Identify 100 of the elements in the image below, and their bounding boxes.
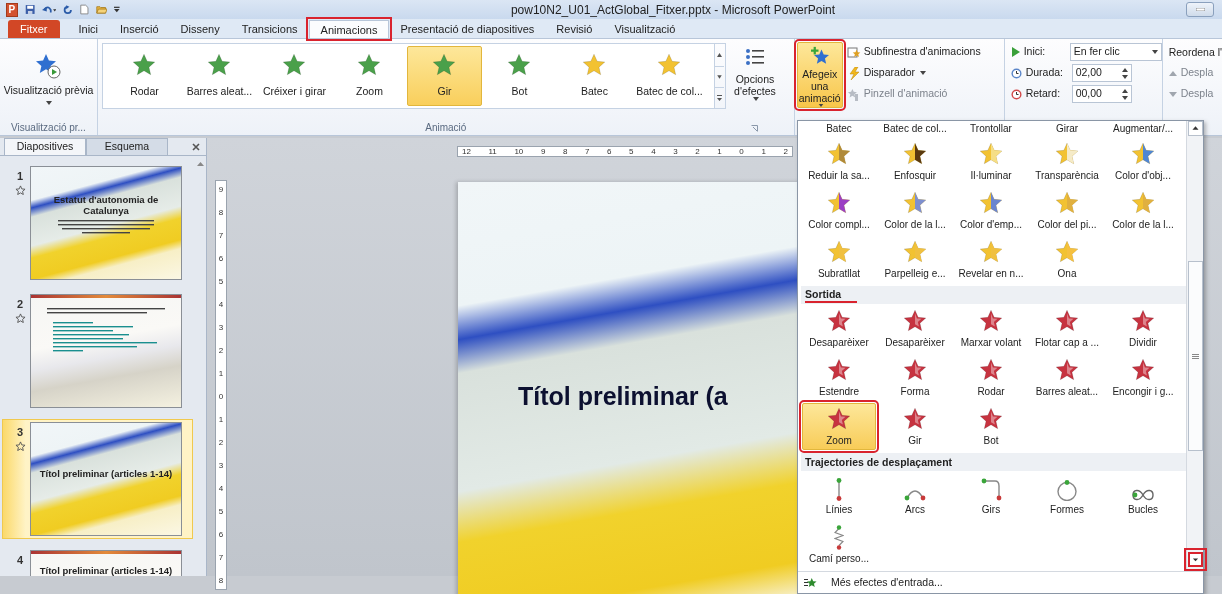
effect-option[interactable]: Color d'obj...	[1106, 138, 1180, 185]
star-icon	[978, 406, 1004, 432]
animation-option[interactable]: Barres aleat...	[181, 46, 257, 106]
caret-icon	[920, 71, 927, 75]
ribbon-tab[interactable]: Inici	[67, 20, 110, 38]
effect-option[interactable]: Rodar	[954, 354, 1028, 401]
ribbon-tab[interactable]: Transicions	[230, 20, 309, 38]
effect-option[interactable]: Desaparèixer	[878, 305, 952, 352]
scroll-up-icon[interactable]	[197, 162, 204, 166]
group-label: Animació	[425, 121, 467, 135]
animation-option[interactable]: Zoom	[331, 46, 407, 106]
star-icon	[826, 357, 852, 383]
ribbon-tab[interactable]: Animacions	[308, 20, 390, 38]
ribbon-tab[interactable]: Inserció	[109, 20, 170, 38]
ruler-number: 1	[218, 369, 224, 378]
dialog-launcher-icon[interactable]	[750, 125, 758, 132]
pane-icon	[846, 45, 861, 59]
caret-icon	[1151, 50, 1158, 54]
customize-toolbar-icon[interactable]	[114, 5, 120, 14]
ruler-number: 0	[739, 147, 744, 156]
start-dropdown[interactable]: En fer clic	[1069, 43, 1162, 61]
star-icon	[826, 239, 852, 265]
add-animation-button[interactable]: Afegeix una animació	[796, 42, 843, 108]
effect-option[interactable]: Barres aleat...	[1030, 354, 1104, 401]
effect-option[interactable]: Desaparèixer	[802, 305, 876, 352]
effect-option[interactable]: Parpelleig e...	[878, 236, 952, 283]
time-spinner[interactable]: 00,00	[1071, 85, 1132, 103]
effect-option[interactable]: Zoom	[802, 403, 876, 450]
effect-option[interactable]: Marxar volant	[954, 305, 1028, 352]
grip-icon	[1191, 353, 1199, 359]
ribbon-command[interactable]: Subfinestra d'animacions	[846, 43, 981, 61]
caret-icon	[752, 97, 759, 101]
effect-option[interactable]: Girs	[954, 472, 1028, 519]
effect-option[interactable]: Estendre	[802, 354, 876, 401]
redo-icon[interactable]	[63, 3, 73, 16]
more-effects-item[interactable]: Més efectes d'entrada...	[798, 571, 1203, 593]
time-spinner[interactable]: 02,00	[1071, 64, 1132, 82]
effect-option[interactable]: Color del pi...	[1030, 187, 1104, 234]
animation-option[interactable]: Bot	[481, 46, 557, 106]
effect-option[interactable]: Revelar en n...	[954, 236, 1028, 283]
save-icon[interactable]	[24, 3, 35, 16]
ruler-number: 1	[761, 147, 766, 156]
star-icon	[902, 308, 928, 334]
star-icon	[1130, 190, 1156, 216]
effect-option[interactable]: Color d'emp...	[954, 187, 1028, 234]
effect-option[interactable]: Bot	[954, 403, 1028, 450]
ribbon-tab[interactable]: Presentació de diapositives	[389, 20, 546, 38]
effect-option[interactable]: Enfosquir	[878, 138, 952, 185]
slide-row[interactable]: 3 Títol preliminar (articles 1-14)	[2, 419, 193, 539]
effect-option[interactable]: Reduir la sa...	[802, 138, 876, 185]
preview-button[interactable]: Visualització prèvia	[0, 52, 97, 108]
lightning-icon	[846, 66, 861, 80]
animation-option[interactable]: Gir	[406, 46, 482, 106]
ribbon-tab[interactable]: Revisió	[545, 20, 604, 38]
star-icon	[826, 308, 852, 334]
effect-option[interactable]: Camí perso...	[802, 521, 876, 568]
effect-option[interactable]: Encongir i g...	[1106, 354, 1180, 401]
effect-option[interactable]: Color compl...	[802, 187, 876, 234]
file-tab[interactable]: Fitxer	[8, 20, 60, 38]
effect-option[interactable]: Formes	[1030, 472, 1104, 519]
effect-option[interactable]: Color de la l...	[878, 187, 952, 234]
effect-option[interactable]: Color de la l...	[1106, 187, 1180, 234]
scroll-up-icon[interactable]	[1187, 121, 1203, 136]
pane-tab[interactable]: Diapositives	[4, 138, 86, 155]
animation-option[interactable]: Rodar	[106, 46, 182, 106]
pane-tab[interactable]: Esquema	[86, 138, 168, 155]
ruler-number: 7	[218, 553, 224, 562]
effect-option[interactable]: Subratllat	[802, 236, 876, 283]
ribbon-command[interactable]: Disparador	[846, 64, 981, 82]
minimize-icon	[1195, 8, 1205, 11]
effect-option[interactable]: Gir	[878, 403, 952, 450]
close-icon[interactable]	[192, 143, 200, 151]
animation-option[interactable]: Batec	[556, 46, 632, 106]
effect-option[interactable]: Línies	[802, 472, 876, 519]
animation-option[interactable]: Créixer i girar	[256, 46, 332, 106]
effect-option[interactable]: Transparència	[1030, 138, 1104, 185]
effect-option[interactable]: Forma	[878, 354, 952, 401]
effect-option[interactable]: Flotar cap a ...	[1030, 305, 1104, 352]
slide-row[interactable]: 2	[2, 291, 193, 411]
ruler-number: 3	[218, 323, 224, 332]
list-icon	[744, 47, 765, 67]
up-triangle-icon	[1168, 70, 1177, 76]
ruler-number: 2	[783, 147, 788, 156]
slide-row[interactable]: 1 Estatut d'autonomia de Catalunya	[2, 163, 193, 283]
slide-row[interactable]: 4 Títol preliminar (articles 1-14)	[2, 547, 193, 576]
ribbon-tab[interactable]: Visualització	[603, 20, 687, 38]
section-title: Sortida	[805, 287, 858, 303]
slide-number: 4	[16, 553, 24, 568]
ruler-number: 12	[462, 147, 471, 156]
effect-options-button[interactable]: Opcions d'efectes	[725, 47, 784, 107]
section-title: Trajectories de desplaçament	[805, 455, 953, 469]
effect-option[interactable]: Il·luminar	[954, 138, 1028, 185]
star-icon	[1054, 357, 1080, 383]
scroll-thumb[interactable]	[1187, 261, 1203, 451]
effect-option[interactable]: Bucles	[1106, 472, 1180, 519]
effect-option[interactable]: Arcs	[878, 472, 952, 519]
effect-option[interactable]: Ona	[1030, 236, 1104, 283]
ribbon-tab[interactable]: Disseny	[169, 20, 231, 38]
animation-option[interactable]: Batec de col...	[631, 46, 707, 106]
effect-option[interactable]: Dividir	[1106, 305, 1180, 352]
